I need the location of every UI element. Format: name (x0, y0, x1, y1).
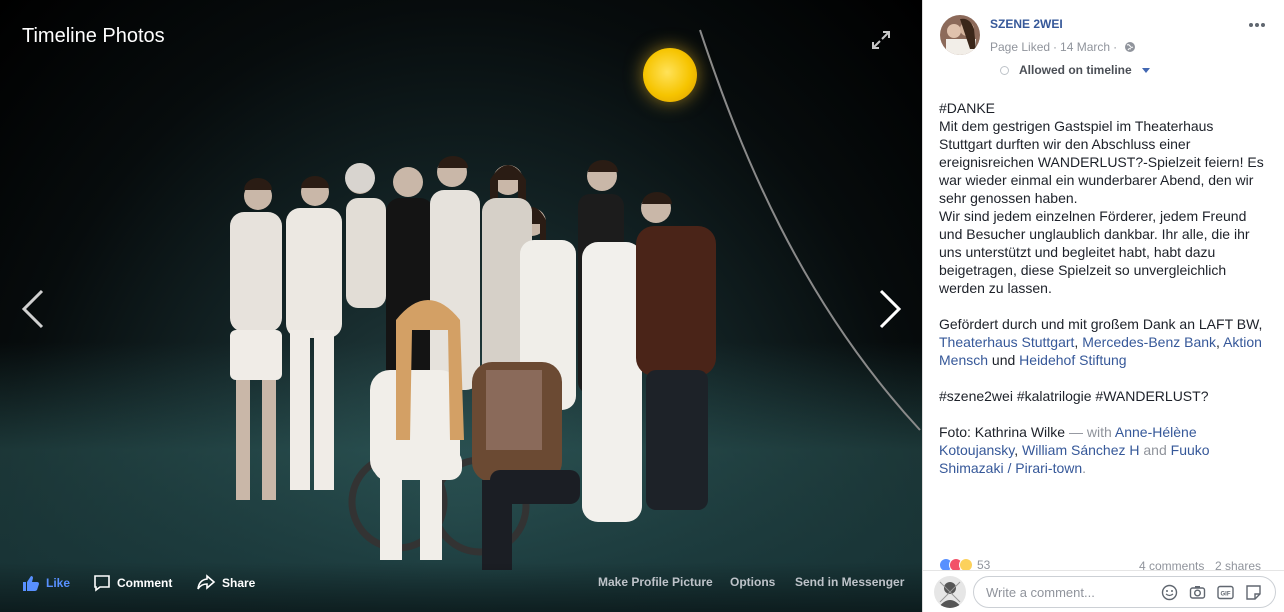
globe-icon[interactable] (1124, 41, 1136, 53)
send-in-messenger-link[interactable]: Send in Messenger (795, 575, 904, 589)
thumbs-up-icon (23, 576, 39, 591)
allowed-on-timeline-label: Allowed on timeline (1019, 63, 1132, 77)
options-link[interactable]: Options (730, 575, 775, 589)
post-paragraph: #DANKE Mit dem gestrigen Gastspiel im Th… (939, 99, 1269, 297)
chevron-left-icon[interactable] (20, 289, 46, 329)
photo-credit: Foto: Kathrina Wilke (939, 424, 1066, 440)
caret-down-icon (1141, 67, 1150, 73)
meta-separator: · (1053, 40, 1058, 54)
tag-link-heidehof[interactable]: Heidehof Stiftung (1019, 352, 1126, 368)
share-label: Share (222, 576, 256, 590)
like-label: Like (46, 576, 71, 590)
comment-label: Comment (117, 576, 173, 590)
viewer-title: Timeline Photos (22, 25, 165, 47)
post-meta: Page Liked · 14 March · (990, 40, 1136, 54)
camera-icon[interactable] (1189, 584, 1206, 601)
tag-link-theaterhaus[interactable]: Theaterhaus Stuttgart (939, 334, 1074, 350)
chevron-right-icon[interactable] (877, 289, 903, 329)
svg-text:GIF: GIF (1221, 592, 1231, 598)
page-name-link[interactable]: SZENE 2WEI (990, 17, 1063, 31)
post-p3-intro: Gefördert durch und mit großem Dank an L… (939, 316, 1263, 332)
tag-link-mercedes[interactable]: Mercedes-Benz Bank (1082, 334, 1216, 350)
more-options-icon[interactable] (1248, 22, 1266, 28)
comment-composer: GIF (923, 570, 1284, 612)
emoji-icon[interactable] (1161, 584, 1178, 601)
share-arrow-icon (197, 574, 216, 590)
comma: , (1014, 442, 1019, 458)
post-text: #DANKE Mit dem gestrigen Gastspiel im Th… (939, 99, 1269, 477)
page-liked-label: Page Liked (990, 40, 1051, 54)
post-paragraph: Gefördert durch und mit großem Dank an L… (939, 315, 1269, 369)
period: . (1082, 460, 1087, 476)
meta-separator: · (1113, 40, 1118, 54)
with-label: — with (1068, 424, 1112, 440)
post-p1-body: Mit dem gestrigen Gastspiel im Theaterha… (939, 118, 1264, 206)
expand-icon[interactable] (870, 29, 892, 51)
allowed-on-timeline-dropdown[interactable]: Allowed on timeline (1000, 63, 1150, 77)
page-avatar[interactable] (940, 15, 980, 55)
stage-moon-prop (643, 48, 697, 102)
comma: , (1216, 334, 1220, 350)
gif-icon[interactable]: GIF (1217, 584, 1234, 601)
comment-button[interactable]: Comment (93, 574, 172, 592)
post-heading-hashtag: #DANKE (939, 100, 996, 116)
share-button[interactable]: Share (196, 574, 255, 592)
post-date-link[interactable]: 14 March (1060, 40, 1110, 54)
and-word: and (1143, 442, 1167, 458)
comma: , (1074, 334, 1079, 350)
user-avatar (934, 576, 966, 608)
post-hashtags: #szene2wei #kalatrilogie #WANDERLUST? (939, 388, 1209, 404)
radio-icon (1000, 65, 1009, 75)
comment-bubble-icon (94, 575, 110, 592)
user-avatar-image (934, 576, 966, 608)
post-credit: Foto: Kathrina Wilke — with Anne-Hélène … (939, 423, 1269, 477)
sticker-icon[interactable] (1245, 584, 1262, 601)
like-button[interactable]: Like (22, 574, 70, 592)
make-profile-picture-link[interactable]: Make Profile Picture (598, 575, 713, 589)
group-photo (230, 156, 716, 570)
photo-viewer: Timeline Photos Like Comment Share Make … (0, 0, 922, 612)
tagged-person-link[interactable]: William Sánchez H (1022, 442, 1139, 458)
und-word: und (991, 352, 1016, 368)
page-avatar-image (940, 15, 980, 55)
post-sidebar: SZENE 2WEI Page Liked · 14 March · Allow… (922, 0, 1284, 612)
post-p2-body: Wir sind jedem einzelnen Förderer, jedem… (939, 208, 1250, 296)
